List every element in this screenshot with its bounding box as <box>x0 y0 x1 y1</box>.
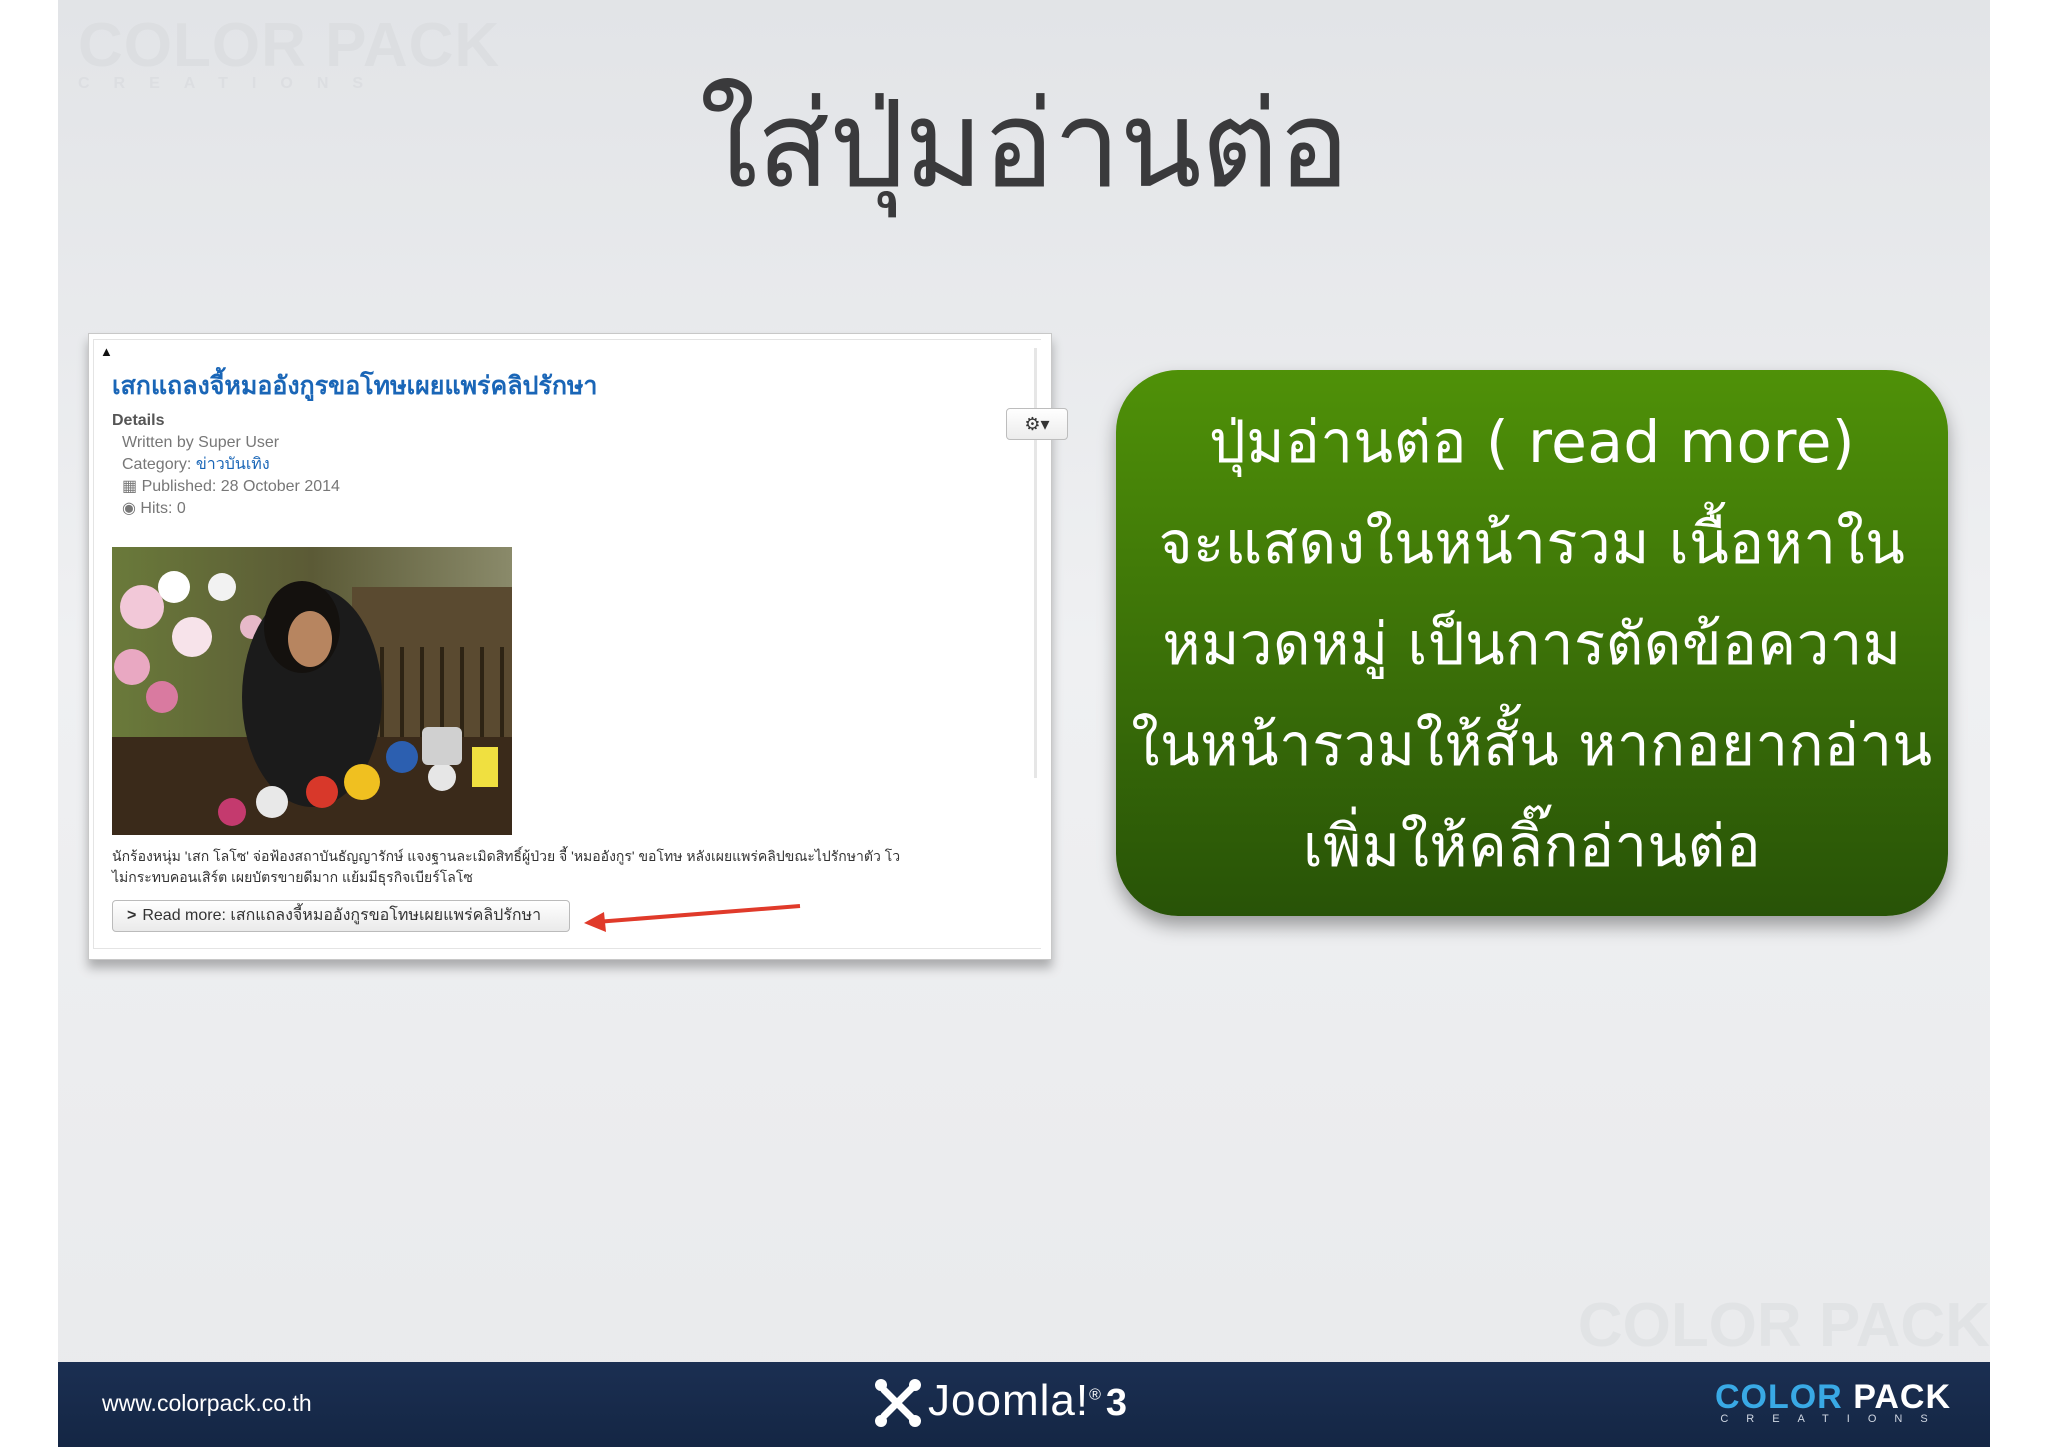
callout-line: ในหน้ารวมให้สั้น หากอยากอ่าน <box>1131 711 1933 779</box>
callout-line: หมวดหมู่ เป็นการตัดข้อความ <box>1162 610 1902 678</box>
article-screenshot: ▲ เสกแถลงจี้หมออังกูรขอโทษเผยแพร่คลิปรัก… <box>88 333 1068 960</box>
footer-bar: www.colorpack.co.th Joomla!® 3 COLOR PACK… <box>58 1362 1990 1447</box>
footer-url: www.colorpack.co.th <box>102 1390 312 1416</box>
joomla-logo-icon <box>875 1379 921 1427</box>
colorpack-logo: COLOR PACK CREATIONS <box>1714 1378 1952 1425</box>
slide: COLOR PACK CREATIONS COLOR PACK ใส่ปุ่มอ… <box>58 0 1990 1447</box>
callout-line: ปุ่มอ่านต่อ ( read more) <box>1208 408 1856 476</box>
callout-box: ปุ่มอ่านต่อ ( read more) จะแสดงในหน้ารวม… <box>1116 370 1948 916</box>
slide-title: ใส่ปุ่มอ่านต่อ <box>699 76 1350 215</box>
red-arrow-annotation <box>584 904 801 932</box>
callout-line: เพิ่มให้คลิ๊กอ่านต่อ <box>1302 812 1762 880</box>
joomla-wordmark: Joomla!® 3 <box>928 1376 1129 1425</box>
article-panel: ▲ เสกแถลงจี้หมออังกูรขอโทษเผยแพร่คลิปรัก… <box>93 339 1068 949</box>
callout-line: จะแสดงในหน้ารวม เนื้อหาใน <box>1158 509 1906 577</box>
watermark-logo-bottom: COLOR PACK <box>1577 1291 1990 1360</box>
